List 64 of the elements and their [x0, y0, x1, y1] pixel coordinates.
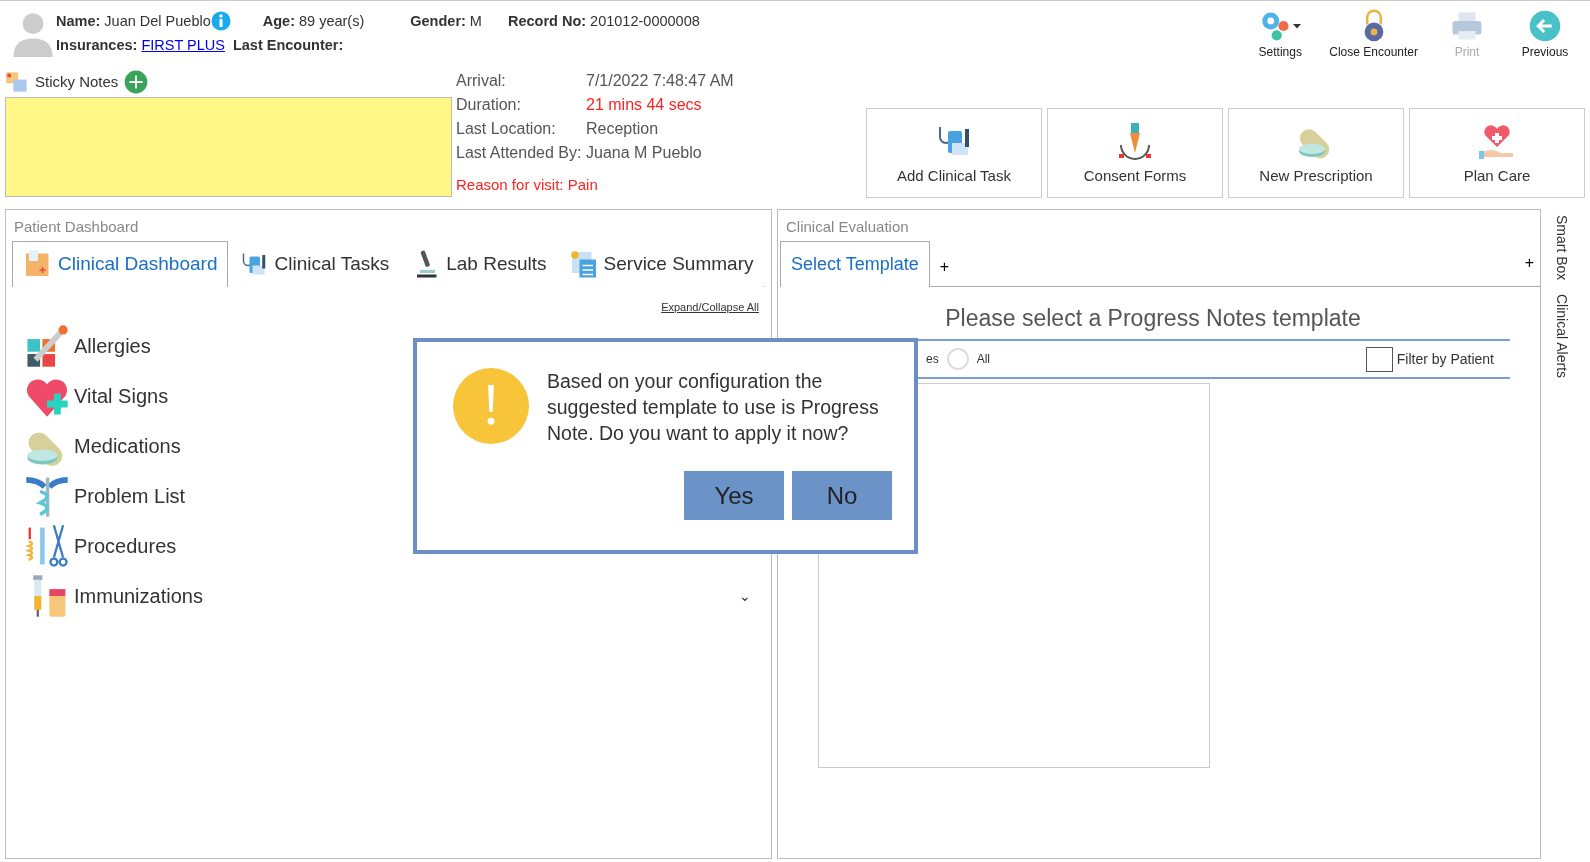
- allergy-dropper-icon: [24, 323, 70, 369]
- add-tab-button[interactable]: +: [933, 254, 956, 280]
- info-icon: [210, 11, 231, 31]
- checkbox[interactable]: [1365, 346, 1393, 372]
- calculator-icon: [568, 249, 599, 279]
- field-label: Name:: [56, 12, 101, 31]
- action-button[interactable]: New Prescription: [1228, 108, 1404, 198]
- chevron-icon[interactable]: ⌄: [739, 585, 751, 607]
- field-label: Last Encounter:: [232, 36, 344, 55]
- toolbar-button[interactable]: Previous: [1510, 9, 1580, 67]
- field-value: Reception: [586, 120, 659, 137]
- insurance-link[interactable]: FIRST PLUS: [141, 33, 225, 57]
- panel-title: Patient Dashboard: [13, 217, 140, 237]
- toolbar-button[interactable]: Close Encounter: [1323, 9, 1424, 67]
- field-label: Insurances:: [56, 36, 138, 55]
- checkbox-label: Filter by Patient: [1396, 349, 1494, 369]
- side-tab[interactable]: Smart Box: [1550, 215, 1572, 281]
- panel-title: Clinical Evaluation: [785, 217, 910, 237]
- action-button[interactable]: Consent Forms: [1047, 108, 1223, 198]
- option-label: All: [976, 351, 991, 368]
- sticky-notes-icon: [5, 70, 29, 94]
- field-label: Duration:: [456, 95, 522, 115]
- action-button[interactable]: Add Clinical Task: [866, 108, 1042, 198]
- tab[interactable]: Clinical Dashboard: [12, 240, 229, 287]
- field-label: Age:: [262, 12, 295, 31]
- section-link[interactable]: Procedures: [74, 531, 177, 561]
- section-link[interactable]: Vital Signs: [74, 381, 169, 411]
- sticky-notes-label: Sticky Notes: [35, 71, 119, 92]
- side-tab[interactable]: Clinical Alerts: [1550, 294, 1572, 379]
- tab[interactable]: Select Template: [780, 240, 930, 287]
- section-link[interactable]: Medications: [74, 431, 181, 461]
- field-label: Arrival:: [456, 71, 507, 91]
- dialog-message: Based on your configuration the suggested template to use is Progress Note. Do you want to apply it now?: [547, 369, 880, 446]
- surgical-tools-icon: [24, 523, 70, 569]
- caret-icon: [1292, 21, 1303, 31]
- field-value: 21 mins 44 secs: [586, 96, 702, 113]
- field-value: M: [469, 12, 482, 31]
- field-value: Juana M Pueblo: [586, 144, 702, 161]
- field-value: 7/1/2022 7:48:47 AM: [586, 72, 734, 89]
- toolbar-button[interactable]: Settings: [1245, 9, 1316, 67]
- field-value: 89 year(s): [299, 12, 365, 31]
- visit-reason: Reason for visit: Pain: [456, 175, 599, 195]
- radio-button[interactable]: [946, 348, 969, 370]
- add-note-button[interactable]: [124, 70, 149, 94]
- section-link[interactable]: Immunizations: [74, 581, 203, 611]
- option-label: es: [926, 351, 939, 368]
- add-button[interactable]: +: [1518, 250, 1540, 276]
- dialog-button[interactable]: Yes: [684, 471, 784, 520]
- field-value: 201012-0000008: [590, 12, 700, 31]
- section-link[interactable]: Problem List: [74, 481, 186, 511]
- field-label: Gender:: [410, 12, 466, 31]
- template-heading: Please select a Progress Notes template: [944, 303, 1362, 333]
- patient-name: Juan Del Pueblo: [104, 12, 211, 31]
- section-link[interactable]: Allergies: [74, 331, 151, 361]
- sticky-note-area[interactable]: [5, 97, 452, 197]
- printer-icon: [1450, 9, 1484, 43]
- plus-icon: [124, 70, 149, 94]
- expand-collapse-link[interactable]: Expand/Collapse All: [661, 298, 759, 315]
- field-label: Last Attended By:: [456, 143, 583, 163]
- warning-icon: [453, 368, 529, 444]
- field-label: Record No:: [507, 12, 587, 31]
- dialog-button[interactable]: No: [792, 471, 892, 520]
- action-button[interactable]: Plan Care: [1409, 108, 1585, 198]
- field-label: Last Location:: [456, 119, 557, 139]
